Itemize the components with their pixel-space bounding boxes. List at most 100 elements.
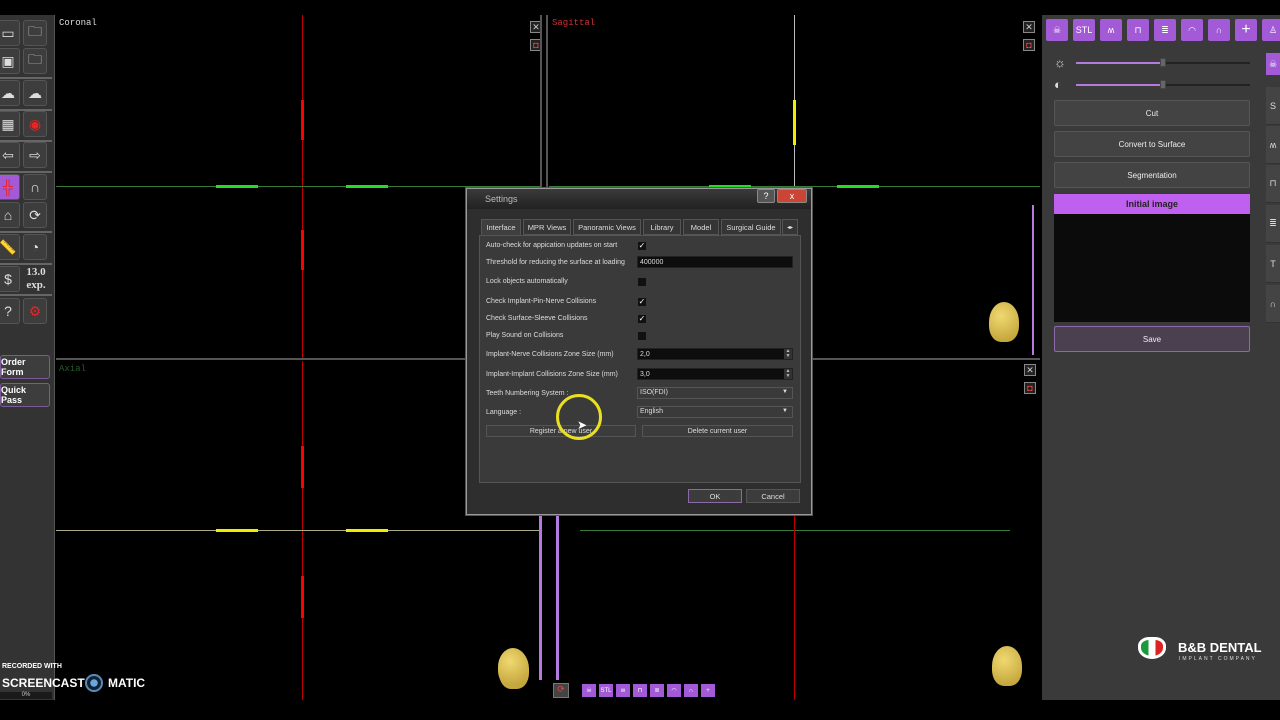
protractor-icon[interactable]: ◠ [667, 684, 681, 697]
calendar-edit-icon[interactable]: ▦ [0, 111, 20, 137]
cancel-button[interactable]: Cancel [746, 489, 800, 503]
new-file-icon[interactable]: ▭ [0, 20, 20, 46]
reset-icon[interactable]: ⟳ [553, 683, 569, 698]
lock-objects-checkbox[interactable] [638, 278, 646, 286]
crosshair-horizontal[interactable] [56, 186, 540, 187]
tab-surgical-guide[interactable]: Surgical Guide [721, 219, 781, 235]
auto-check-checkbox[interactable]: ✓ [638, 242, 646, 250]
home-icon[interactable]: ⌂ [0, 202, 20, 228]
rotate-icon[interactable]: ⟳ [23, 202, 47, 228]
open-folder-icon[interactable]: 🗀 [23, 20, 47, 46]
camera-icon[interactable]: ◘ [1023, 39, 1035, 51]
plus-icon[interactable]: + [1235, 19, 1257, 41]
panoramic-teeth-icon[interactable]: ʍ [616, 684, 630, 697]
tab-scroll-arrows[interactable]: ◂▸ [782, 219, 798, 235]
teeth-numbering-select[interactable]: ISO(FDI) ▼ [637, 387, 793, 399]
delete-user-button[interactable]: Delete current user [642, 425, 793, 437]
crosshair-handle[interactable] [216, 185, 258, 188]
quick-pass-button[interactable]: Quick Pass [0, 383, 50, 407]
close-icon[interactable]: ✕ [1024, 364, 1036, 376]
skull-icon[interactable]: ☠ [1266, 53, 1280, 75]
spin-arrows-icon[interactable]: ▲ ▼ [784, 349, 792, 359]
crosshair-handle[interactable] [837, 185, 879, 188]
panoramic-icon[interactable]: ʍ [1266, 126, 1280, 164]
convert-to-surface-button[interactable]: Convert to Surface [1054, 131, 1250, 157]
tab-library[interactable]: Library [643, 219, 681, 235]
contrast-slider[interactable] [1076, 80, 1250, 89]
skull-icon[interactable]: ☠ [582, 684, 596, 697]
redo-arrow-icon[interactable]: ⇨ [23, 142, 47, 168]
crosshair-handle[interactable] [216, 529, 258, 532]
camera-icon[interactable]: ◘ [1024, 382, 1036, 394]
ok-button[interactable]: OK [688, 489, 742, 503]
implant-icon[interactable]: ≣ [1266, 205, 1280, 243]
nerve-zone-spinbox[interactable]: 2,0 ▲ ▼ [637, 348, 793, 360]
tooth-icon[interactable]: ⊓ [1127, 19, 1149, 41]
logo-name: B&B DENTAL [1178, 640, 1262, 655]
crosshair-handle[interactable] [346, 529, 388, 532]
user-list-icon[interactable]: ♙ [1262, 19, 1280, 41]
guide-icon[interactable]: ∩ [684, 684, 698, 697]
protractor-icon[interactable]: ◠ [1181, 19, 1203, 41]
save-icon[interactable]: ▣ [0, 48, 20, 74]
cloud-download-icon[interactable]: ☁ [0, 80, 20, 106]
abutment-icon[interactable]: T [1266, 245, 1280, 283]
order-form-button[interactable]: Order Form [0, 355, 50, 379]
list-item-initial-image[interactable]: Initial image [1054, 194, 1250, 214]
cloud-upload-icon[interactable]: ☁ [23, 80, 47, 106]
dialog-titlebar[interactable]: Settings ? x [467, 189, 811, 209]
crosshair-horizontal[interactable] [56, 530, 540, 531]
settings-gear-icon[interactable]: ⚙ [23, 298, 47, 324]
crosshair-handle[interactable] [301, 576, 304, 618]
implant-icon[interactable]: ≣ [1154, 19, 1176, 41]
tab-interface[interactable]: Interface [481, 219, 521, 235]
panoramic-teeth-icon[interactable]: ʍ [1100, 19, 1122, 41]
head-orientation-icon[interactable] [989, 302, 1019, 342]
language-select[interactable]: English ▼ [637, 406, 793, 418]
implant-icon[interactable]: ≣ [650, 684, 664, 697]
stl-icon[interactable]: S [1266, 87, 1280, 125]
tooth-icon[interactable]: ⊓ [1266, 165, 1280, 203]
help-icon[interactable]: ? [0, 298, 20, 324]
skull-icon[interactable]: ☠ [1046, 19, 1068, 41]
close-button[interactable]: x [777, 189, 807, 203]
undo-arrow-icon[interactable]: ⇦ [0, 142, 20, 168]
panoramic-curve-icon[interactable]: ∩ [23, 174, 47, 200]
open-recent-icon[interactable]: 🗀 [23, 48, 47, 74]
head-orientation-icon[interactable] [992, 646, 1022, 686]
spin-arrows-icon[interactable]: ▲ ▼ [784, 369, 792, 379]
crosshair-handle[interactable] [301, 100, 304, 140]
close-icon[interactable]: ✕ [1023, 21, 1035, 33]
angle-icon[interactable]: ◔ [23, 234, 47, 260]
crosshair-horizontal[interactable] [580, 530, 1010, 531]
segmentation-button[interactable]: Segmentation [1054, 162, 1250, 188]
threshold-input[interactable]: 400000 [637, 256, 793, 268]
pin-nerve-checkbox[interactable]: ✓ [638, 298, 646, 306]
save-button[interactable]: Save [1054, 326, 1250, 352]
head-orientation-icon[interactable] [498, 648, 528, 686]
dollar-icon[interactable]: $ [0, 266, 20, 292]
stl-icon[interactable]: STL [599, 684, 613, 697]
layout-grid-icon[interactable]: ╬ [0, 174, 20, 200]
crosshair-handle[interactable] [346, 185, 388, 188]
tab-model[interactable]: Model [683, 219, 719, 235]
crosshair-handle[interactable] [301, 230, 304, 270]
crosshair-handle[interactable] [793, 100, 796, 145]
tooth-icon[interactable]: ⊓ [633, 684, 647, 697]
record-icon[interactable]: ◉ [23, 111, 47, 137]
brightness-slider[interactable] [1076, 58, 1250, 67]
stl-icon[interactable]: STL [1073, 19, 1095, 41]
ruler-icon[interactable]: 📏 [0, 234, 20, 260]
plus-icon[interactable]: + [701, 684, 715, 697]
help-button[interactable]: ? [757, 189, 775, 203]
sleeve-checkbox[interactable]: ✓ [638, 315, 646, 323]
guide-icon[interactable]: ∩ [1208, 19, 1230, 41]
guide-icon[interactable]: ∩ [1266, 285, 1280, 323]
cut-button[interactable]: Cut [1054, 100, 1250, 126]
sound-checkbox[interactable] [638, 332, 646, 340]
tab-mpr-views[interactable]: MPR Views [523, 219, 571, 235]
implant-zone-spinbox[interactable]: 3,0 ▲ ▼ [637, 368, 793, 380]
crosshair-horizontal[interactable] [549, 186, 1040, 187]
tab-panoramic-views[interactable]: Panoramic Views [573, 219, 641, 235]
crosshair-handle[interactable] [301, 446, 304, 488]
